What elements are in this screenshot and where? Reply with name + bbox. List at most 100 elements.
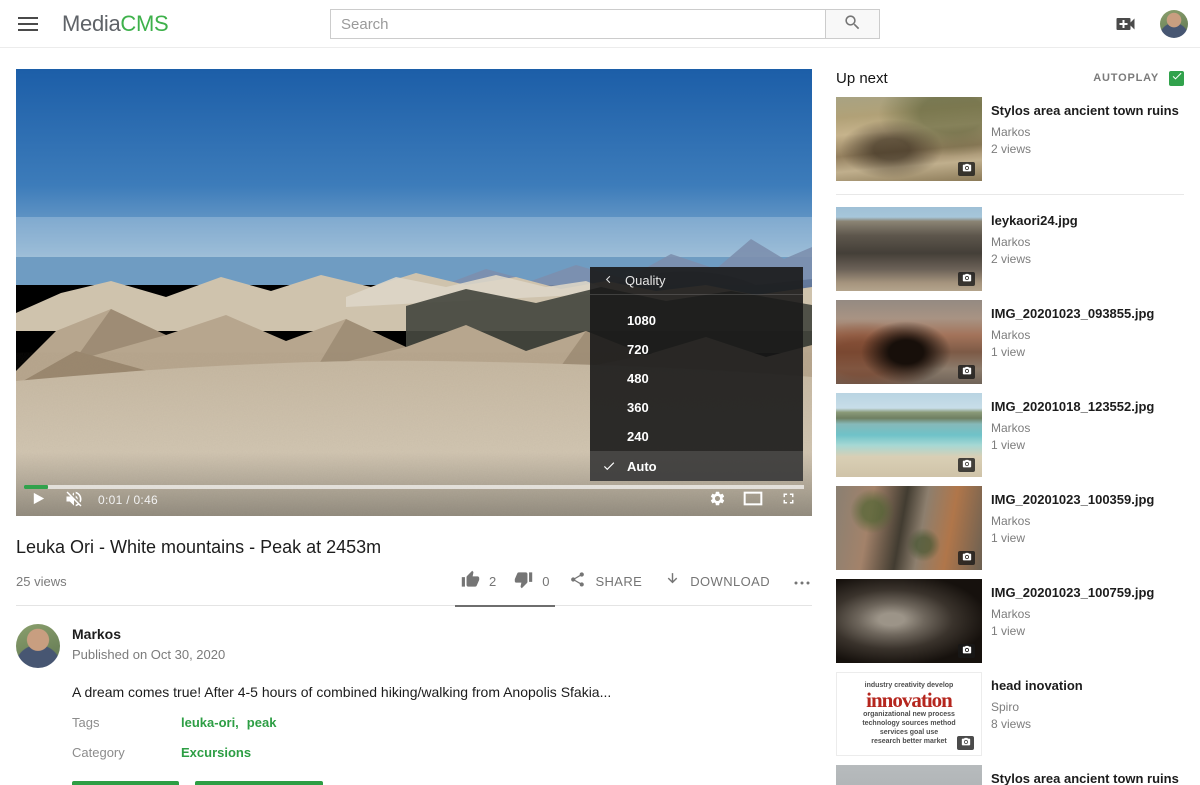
settings-button[interactable] bbox=[709, 490, 726, 510]
share-button[interactable]: SHARE bbox=[569, 571, 642, 591]
view-count: 25 views bbox=[16, 574, 67, 589]
quality-option-720[interactable]: 720 bbox=[590, 335, 803, 364]
up-next-sidebar: Up next AUTOPLAY Stylos area ancient tow… bbox=[836, 69, 1184, 785]
item-views: 8 views bbox=[991, 717, 1083, 731]
image-media-badge bbox=[958, 644, 975, 658]
item-author: Markos bbox=[991, 125, 1179, 139]
item-title: IMG_20201023_093855.jpg bbox=[991, 306, 1154, 322]
quality-option-360[interactable]: 360 bbox=[590, 393, 803, 422]
quality-option-480[interactable]: 480 bbox=[590, 364, 803, 393]
play-button[interactable] bbox=[31, 491, 46, 509]
gear-icon bbox=[709, 490, 726, 510]
mute-button[interactable] bbox=[64, 489, 84, 512]
volume-muted-icon bbox=[64, 489, 84, 512]
chevron-left-icon bbox=[603, 273, 614, 288]
up-next-item[interactable]: IMG_20201023_093855.jpg Markos 1 view bbox=[836, 300, 1184, 384]
tag-link-peak[interactable]: peak bbox=[247, 715, 277, 730]
item-author: Markos bbox=[991, 514, 1154, 528]
quality-menu-title: Quality bbox=[625, 273, 665, 288]
upload-media-button[interactable] bbox=[1112, 12, 1138, 36]
more-options-button[interactable] bbox=[792, 574, 812, 589]
like-count: 2 bbox=[489, 574, 496, 589]
thumb-down-icon bbox=[514, 570, 533, 592]
camera-icon bbox=[962, 160, 972, 178]
tags-label: Tags bbox=[72, 715, 181, 730]
logo-media: Media bbox=[62, 11, 120, 36]
image-media-badge bbox=[958, 272, 975, 286]
top-bar: MediaCMS bbox=[0, 0, 1200, 48]
camera-icon bbox=[962, 642, 972, 660]
play-icon bbox=[31, 491, 46, 509]
up-next-item[interactable]: IMG_20201018_123552.jpg Markos 1 view bbox=[836, 393, 1184, 477]
logo-cms: CMS bbox=[120, 11, 168, 36]
item-thumbnail bbox=[836, 486, 982, 570]
user-avatar[interactable] bbox=[1160, 10, 1188, 38]
quality-menu-back[interactable]: Quality bbox=[590, 267, 803, 295]
item-thumbnail-wordcloud: industry creativity develop innovation o… bbox=[836, 672, 982, 756]
item-author: Markos bbox=[991, 421, 1154, 435]
action-buttons: 2 0 SHARE DOWNLOA bbox=[455, 570, 812, 592]
item-author: Markos bbox=[991, 235, 1078, 249]
image-media-badge bbox=[958, 551, 975, 565]
item-title: IMG_20201023_100359.jpg bbox=[991, 492, 1154, 508]
fullscreen-icon bbox=[780, 490, 797, 510]
up-next-item[interactable]: Stylos area ancient town ruins bbox=[836, 765, 1184, 785]
thumb-up-icon bbox=[461, 570, 480, 592]
up-next-title: Up next bbox=[836, 70, 888, 87]
quality-option-auto[interactable]: Auto bbox=[590, 451, 803, 481]
item-title: IMG_20201018_123552.jpg bbox=[991, 399, 1154, 415]
item-title: head inovation bbox=[991, 678, 1083, 694]
category-label: Category bbox=[72, 745, 181, 760]
image-media-badge bbox=[958, 162, 975, 176]
image-media-badge bbox=[958, 365, 975, 379]
video-upload-icon bbox=[1113, 24, 1138, 39]
dislike-count: 0 bbox=[542, 574, 549, 589]
up-next-item[interactable]: leykaori24.jpg Markos 2 views bbox=[836, 207, 1184, 291]
edit-media-button[interactable]: EDIT MEDIA bbox=[72, 781, 179, 785]
video-player[interactable]: Quality 1080 720 480 360 240 Auto bbox=[16, 69, 812, 516]
up-next-item[interactable]: industry creativity develop innovation o… bbox=[836, 672, 1184, 756]
app-logo[interactable]: MediaCMS bbox=[62, 11, 168, 37]
download-button[interactable]: DOWNLOAD bbox=[664, 571, 770, 591]
item-thumbnail bbox=[836, 207, 982, 291]
author-avatar[interactable] bbox=[16, 624, 60, 668]
publish-date: Published on Oct 30, 2020 bbox=[72, 647, 225, 662]
item-thumbnail bbox=[836, 393, 982, 477]
rating-group: 2 0 bbox=[455, 570, 555, 592]
wordcloud-row: organizational new process bbox=[863, 711, 955, 720]
item-thumbnail bbox=[836, 579, 982, 663]
theater-mode-button[interactable] bbox=[743, 491, 763, 509]
menu-icon[interactable] bbox=[18, 17, 38, 31]
main-column: Quality 1080 720 480 360 240 Auto bbox=[16, 69, 812, 785]
item-author: Spiro bbox=[991, 700, 1083, 714]
media-description: A dream comes true! After 4-5 hours of c… bbox=[72, 684, 812, 700]
theater-mode-icon bbox=[743, 491, 763, 509]
autoplay-label: AUTOPLAY bbox=[1093, 72, 1159, 84]
item-title: Stylos area ancient town ruins bbox=[991, 771, 1179, 785]
search-input[interactable] bbox=[330, 9, 826, 39]
fullscreen-button[interactable] bbox=[780, 490, 797, 510]
item-views: 1 view bbox=[991, 531, 1154, 545]
check-icon bbox=[602, 459, 616, 476]
media-admin-buttons: EDIT MEDIA DELETE MEDIA bbox=[72, 781, 812, 785]
category-row: Category Excursions bbox=[72, 745, 812, 760]
author-name[interactable]: Markos bbox=[72, 626, 225, 642]
up-next-item[interactable]: Stylos area ancient town ruins Markos 2 … bbox=[836, 97, 1184, 181]
wordcloud-row: technology sources method bbox=[862, 720, 955, 729]
media-title: Leuka Ori - White mountains - Peak at 24… bbox=[16, 537, 812, 558]
quality-option-1080[interactable]: 1080 bbox=[590, 306, 803, 335]
up-next-item[interactable]: IMG_20201023_100759.jpg Markos 1 view bbox=[836, 579, 1184, 663]
delete-media-button[interactable]: DELETE MEDIA bbox=[195, 781, 323, 785]
tag-link-leuka-ori[interactable]: leuka-ori, bbox=[181, 715, 239, 730]
quality-option-240[interactable]: 240 bbox=[590, 422, 803, 451]
category-link[interactable]: Excursions bbox=[181, 745, 251, 760]
search-button[interactable] bbox=[825, 9, 880, 39]
autoplay-checkbox[interactable] bbox=[1169, 71, 1184, 86]
download-icon bbox=[664, 571, 681, 591]
up-next-item[interactable]: IMG_20201023_100359.jpg Markos 1 view bbox=[836, 486, 1184, 570]
player-controls: 0:01 / 0:46 bbox=[16, 487, 812, 513]
dislike-button[interactable]: 0 bbox=[514, 570, 549, 592]
like-button[interactable]: 2 bbox=[461, 570, 496, 592]
search-icon bbox=[843, 13, 862, 35]
item-author: Markos bbox=[991, 607, 1154, 621]
